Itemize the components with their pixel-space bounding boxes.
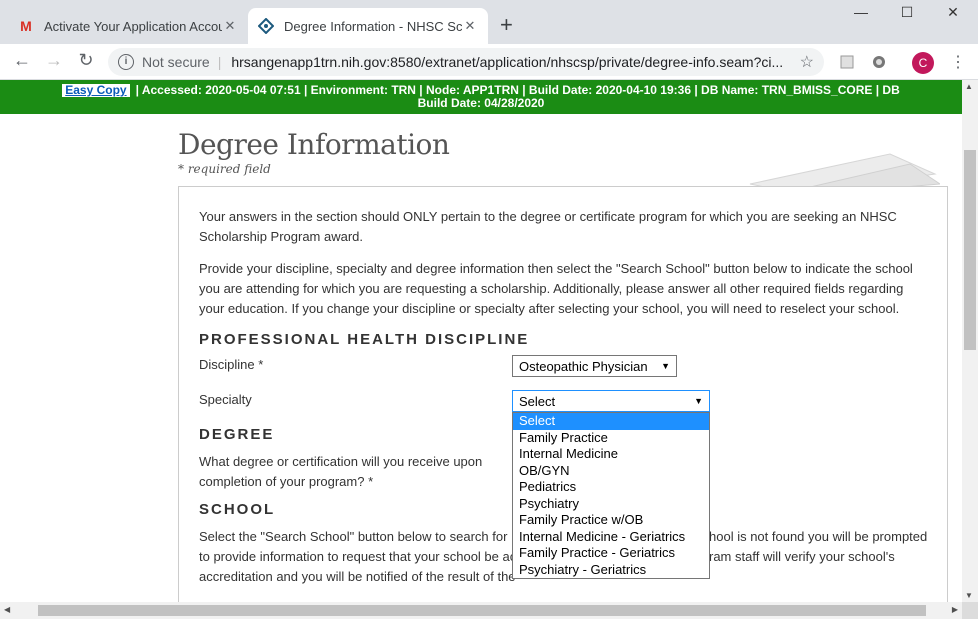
section-heading-degree: DEGREE <box>199 426 275 443</box>
db-build-date: Build Date: 04/28/2020 <box>417 96 545 110</box>
url-text[interactable]: hrsangenapp1trn.nih.gov:8580/extranet/ap… <box>231 54 799 70</box>
scroll-up-icon[interactable]: ▲ <box>965 82 973 91</box>
intro-paragraph-1: Your answers in the section should ONLY … <box>199 209 897 244</box>
menu-icon[interactable]: ⋮ <box>950 52 966 72</box>
tab-title: Activate Your Application Accou <box>44 18 222 34</box>
profile-avatar[interactable]: C <box>912 52 934 74</box>
hhs-logo-icon <box>258 18 274 34</box>
bookmark-star-icon[interactable]: ☆ <box>800 52 814 72</box>
specialty-label: Specialty <box>199 392 252 407</box>
scroll-left-icon[interactable]: ◀ <box>4 605 10 614</box>
specialty-option[interactable]: Internal Medicine <box>513 446 709 463</box>
scrollbar-corner <box>962 602 978 619</box>
specialty-options-list: Select Family Practice Internal Medicine… <box>512 412 710 579</box>
specialty-selected-value: Select <box>519 393 556 409</box>
info-icon[interactable]: i <box>118 54 134 70</box>
specialty-option[interactable]: Psychiatry - Geriatrics <box>513 562 709 579</box>
section-heading-school: SCHOOL <box>199 501 276 518</box>
page-title: Degree Information <box>178 128 450 161</box>
tab-degree-information[interactable]: Degree Information - NHSC Scho ✕ <box>248 8 488 44</box>
school-instructions-line-2-end: ram staff will verify your school's <box>709 549 895 564</box>
divider: | <box>217 54 222 70</box>
scroll-down-icon[interactable]: ▼ <box>965 591 973 600</box>
reload-button[interactable]: ↻ <box>74 50 98 71</box>
close-window-button[interactable]: ✕ <box>930 4 976 21</box>
maximize-button[interactable]: ☐ <box>884 4 930 21</box>
specialty-option[interactable]: Select <box>513 413 709 430</box>
close-tab-icon[interactable]: ✕ <box>222 18 238 34</box>
browser-toolbar: ← → ↻ i Not secure | hrsangenapp1trn.nih… <box>0 44 978 80</box>
discipline-label: Discipline * <box>199 357 264 372</box>
dropdown-arrow-icon: ▼ <box>661 361 670 371</box>
forward-button[interactable]: → <box>42 50 66 71</box>
specialty-option[interactable]: Family Practice <box>513 430 709 447</box>
specialty-option[interactable]: Internal Medicine - Geriatrics <box>513 529 709 546</box>
environment-bar: Easy Copy | Accessed: 2020-05-04 07:51 | … <box>0 80 962 114</box>
tab-title: Degree Information - NHSC Scho <box>284 18 462 34</box>
address-bar[interactable]: i Not secure | hrsangenapp1trn.nih.gov:8… <box>108 48 824 76</box>
specialty-option[interactable]: Family Practice w/OB <box>513 512 709 529</box>
gmail-icon: M <box>20 18 32 34</box>
extension-icon[interactable] <box>838 53 856 71</box>
school-instructions-line-1: Select the "Search School" button below … <box>199 529 508 544</box>
minimize-button[interactable]: — <box>838 4 884 20</box>
back-button[interactable]: ← <box>10 50 34 71</box>
scroll-right-icon[interactable]: ▶ <box>952 605 958 614</box>
specialty-option[interactable]: OB/GYN <box>513 463 709 480</box>
required-field-note: * required field <box>178 162 271 176</box>
new-tab-button[interactable]: + <box>500 14 513 36</box>
extension-circle-icon[interactable] <box>870 53 888 71</box>
specialty-select[interactable]: Select ▼ <box>512 390 710 412</box>
school-instructions-line-3: accreditation and you will be notified o… <box>199 569 516 584</box>
discipline-selected-value: Osteopathic Physician <box>519 358 648 374</box>
close-tab-icon[interactable]: ✕ <box>462 18 478 34</box>
specialty-option[interactable]: Family Practice - Geriatrics <box>513 545 709 562</box>
tab-activate-account[interactable]: M Activate Your Application Accou ✕ <box>8 8 248 44</box>
horizontal-scroll-thumb[interactable] <box>38 605 926 616</box>
page-content: Degree Information * required field Your… <box>0 114 962 602</box>
discipline-select[interactable]: Osteopathic Physician ▼ <box>512 355 677 377</box>
vertical-scrollbar[interactable]: ▲ ▼ <box>962 80 978 602</box>
easy-copy-link[interactable]: Easy Copy <box>62 84 130 97</box>
specialty-option[interactable]: Psychiatry <box>513 496 709 513</box>
tab-strip: M Activate Your Application Accou ✕ Degr… <box>0 0 978 44</box>
decorative-papers-image <box>749 153 940 194</box>
specialty-option[interactable]: Pediatrics <box>513 479 709 496</box>
intro-paragraph-2: Provide your discipline, specialty and d… <box>199 261 913 316</box>
school-instructions-line-1-end: hool is not found you will be prompted <box>709 529 928 544</box>
dropdown-arrow-icon: ▼ <box>694 396 703 406</box>
degree-question-line-1: What degree or certification will you re… <box>199 454 483 469</box>
security-label: Not secure <box>142 54 210 70</box>
degree-question-line-2: completion of your program? * <box>199 474 374 489</box>
environment-info: | Accessed: 2020-05-04 07:51 | Environme… <box>135 83 900 97</box>
section-heading-discipline: PROFESSIONAL HEALTH DISCIPLINE <box>199 331 530 348</box>
school-instructions-line-2: to provide information to request that y… <box>199 549 517 564</box>
horizontal-scrollbar[interactable]: ◀ ▶ <box>0 602 962 619</box>
vertical-scroll-thumb[interactable] <box>964 150 976 350</box>
